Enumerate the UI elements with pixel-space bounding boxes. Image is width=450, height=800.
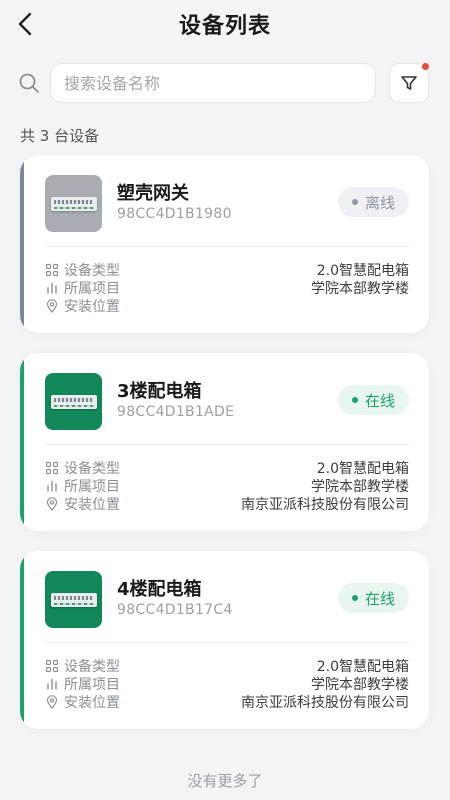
device-name: 3楼配电箱 xyxy=(117,381,202,402)
type-value: 2.0智慧配电箱 xyxy=(316,659,409,675)
app-header: 设备列表 xyxy=(0,0,450,48)
device-code: 98CC4D1B1980 xyxy=(117,206,232,222)
location-label: 安装位置 xyxy=(45,692,120,712)
device-card[interactable]: 4楼配电箱 98CC4D1B17C4 在线 设备类型 2.0智慧配电箱 所属项目… xyxy=(20,551,429,729)
filter-badge-dot xyxy=(422,63,429,70)
divider xyxy=(45,246,409,247)
info-row-project: 所属项目 学院本部教学楼 xyxy=(45,477,409,495)
no-more-text: 没有更多了 xyxy=(187,772,263,790)
device-thumbnail xyxy=(45,373,102,430)
project-value: 学院本部教学楼 xyxy=(311,479,409,495)
status-accent-bar xyxy=(20,551,24,729)
bar-chart-icon xyxy=(47,480,57,492)
type-label: 设备类型 xyxy=(45,458,120,478)
project-label: 所属项目 xyxy=(45,278,120,298)
device-card[interactable]: 3楼配电箱 98CC4D1B1ADE 在线 设备类型 2.0智慧配电箱 所属项目… xyxy=(20,353,429,531)
grid-icon xyxy=(45,461,59,475)
info-row-location: 安装位置 南京亚派科技股份有限公司 xyxy=(45,693,409,711)
status-text: 在线 xyxy=(364,391,395,410)
type-label-text: 设备类型 xyxy=(64,659,120,675)
project-label-text: 所属项目 xyxy=(64,281,120,297)
location-pin-icon xyxy=(46,695,58,709)
type-value: 2.0智慧配电箱 xyxy=(316,263,409,279)
status-accent-bar xyxy=(20,155,24,333)
info-row-project: 所属项目 学院本部教学楼 xyxy=(45,675,409,693)
search-row xyxy=(0,58,450,108)
device-code: 98CC4D1B17C4 xyxy=(117,602,233,618)
status-dot xyxy=(351,397,358,403)
divider xyxy=(45,642,409,643)
bar-chart-icon xyxy=(47,678,57,690)
project-label: 所属项目 xyxy=(45,674,120,694)
info-row-type: 设备类型 2.0智慧配电箱 xyxy=(45,459,409,477)
filter-button[interactable] xyxy=(389,63,429,103)
info-row-type: 设备类型 2.0智慧配电箱 xyxy=(45,261,409,279)
location-pin-icon xyxy=(46,299,58,313)
location-label-text: 安装位置 xyxy=(64,299,120,315)
device-name: 4楼配电箱 xyxy=(117,579,202,600)
status-badge: 离线 xyxy=(338,187,409,217)
status-dot xyxy=(351,595,358,601)
info-row-location: 安装位置 xyxy=(45,297,409,315)
filter-icon xyxy=(401,76,417,90)
project-value: 学院本部教学楼 xyxy=(311,677,409,693)
type-label-text: 设备类型 xyxy=(64,263,120,279)
device-card[interactable]: 塑壳网关 98CC4D1B1980 离线 设备类型 2.0智慧配电箱 所属项目 … xyxy=(20,155,429,333)
device-count: 共 3 台设备 xyxy=(20,127,100,145)
info-row-type: 设备类型 2.0智慧配电箱 xyxy=(45,657,409,675)
status-badge: 在线 xyxy=(338,385,409,415)
location-label-text: 安装位置 xyxy=(64,497,120,513)
search-input[interactable] xyxy=(64,73,375,93)
status-text: 离线 xyxy=(364,193,395,212)
location-label-text: 安装位置 xyxy=(64,695,120,711)
type-label-text: 设备类型 xyxy=(64,461,120,477)
status-accent-bar xyxy=(20,353,24,531)
device-thumbnail xyxy=(45,175,102,232)
chevron-left-icon xyxy=(18,12,32,36)
project-label-text: 所属项目 xyxy=(64,479,120,495)
divider xyxy=(45,444,409,445)
device-code: 98CC4D1B1ADE xyxy=(117,404,235,420)
location-label: 安装位置 xyxy=(45,296,120,316)
search-box[interactable] xyxy=(50,63,376,103)
page-title: 设备列表 xyxy=(178,14,271,39)
status-text: 在线 xyxy=(364,589,395,608)
location-value: 南京亚派科技股份有限公司 xyxy=(241,695,409,711)
bar-chart-icon xyxy=(47,282,57,294)
info-row-project: 所属项目 学院本部教学楼 xyxy=(45,279,409,297)
project-label: 所属项目 xyxy=(45,476,120,496)
status-dot xyxy=(351,199,358,205)
device-name: 塑壳网关 xyxy=(117,183,189,204)
grid-icon xyxy=(45,659,59,673)
status-badge: 在线 xyxy=(338,583,409,613)
search-icon xyxy=(19,73,39,93)
location-label: 安装位置 xyxy=(45,494,120,514)
device-thumbnail xyxy=(45,571,102,628)
project-value: 学院本部教学楼 xyxy=(311,281,409,297)
back-button[interactable] xyxy=(10,8,42,40)
grid-icon xyxy=(45,263,59,277)
project-label-text: 所属项目 xyxy=(64,677,120,693)
location-pin-icon xyxy=(46,497,58,511)
type-value: 2.0智慧配电箱 xyxy=(316,461,409,477)
type-label: 设备类型 xyxy=(45,260,120,280)
location-value: 南京亚派科技股份有限公司 xyxy=(241,497,409,513)
info-row-location: 安装位置 南京亚派科技股份有限公司 xyxy=(45,495,409,513)
type-label: 设备类型 xyxy=(45,656,120,676)
